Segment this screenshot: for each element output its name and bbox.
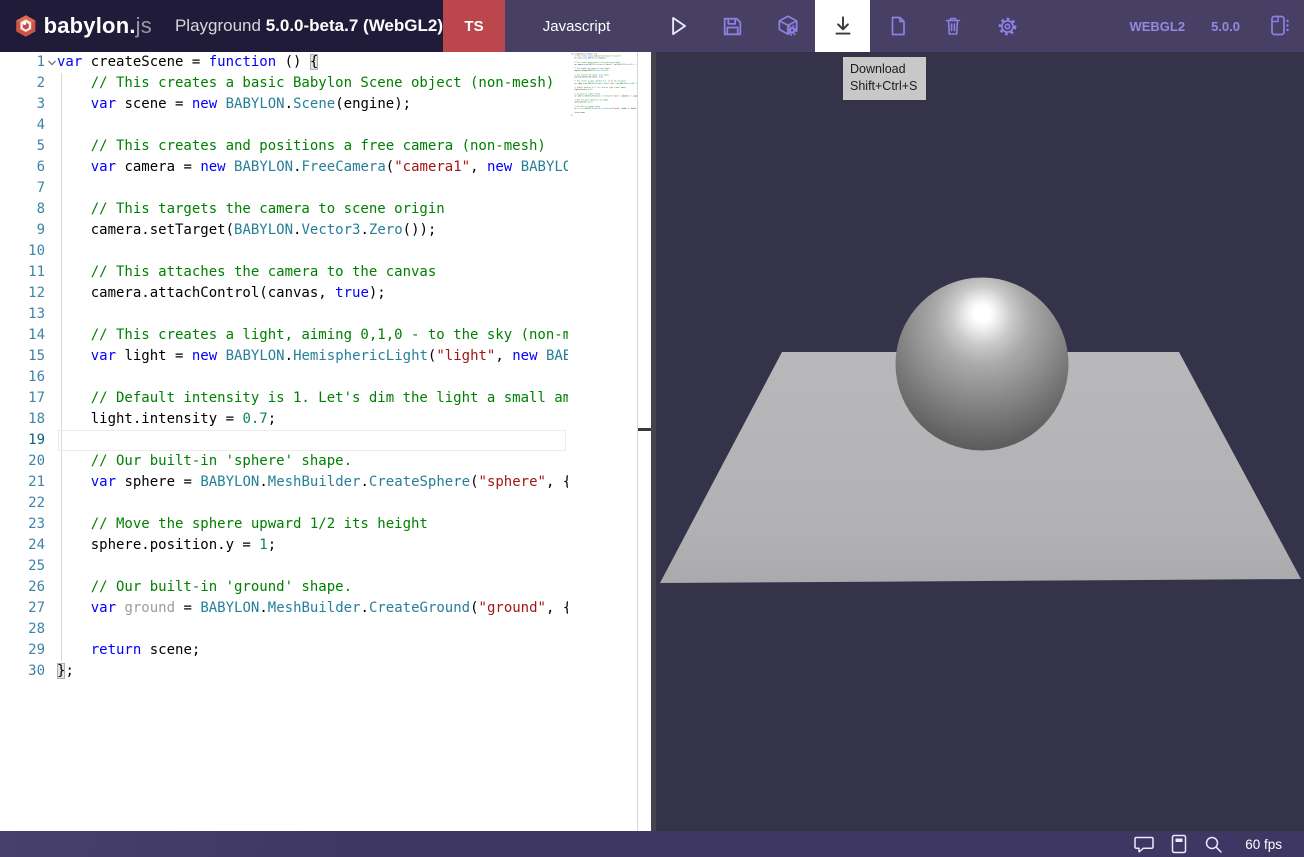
download-button[interactable] (815, 0, 870, 52)
pane-splitter[interactable] (638, 52, 651, 831)
canvas-left-edge (651, 52, 656, 831)
search-icon (1203, 834, 1224, 855)
docs-icon (1170, 834, 1188, 854)
minimap-content: var createScene = function () { // This … (569, 53, 637, 116)
code-lines: var createScene = function () { // This … (57, 52, 568, 682)
engine-version: 5.0.0 (1211, 19, 1240, 34)
new-button[interactable] (870, 0, 925, 52)
new-file-icon (886, 14, 910, 38)
device-select-button[interactable] (1266, 13, 1292, 39)
engine-label: WEBGL2 (1129, 19, 1185, 34)
download-tooltip: Download Shift+Ctrl+S (843, 57, 926, 100)
header-brand-section: babylon.js Playground 5.0.0-beta.7 (WebG… (0, 0, 443, 52)
download-icon (830, 13, 856, 39)
code-area[interactable]: var createScene = function () { // This … (57, 52, 568, 831)
splitter-handle[interactable] (638, 428, 651, 431)
status-bar: 60 fps (0, 831, 1304, 857)
header-status: WEBGL2 5.0.0 (1129, 0, 1292, 52)
delete-icon (941, 14, 965, 38)
tooltip-title: Download (850, 61, 917, 78)
search-button[interactable] (1203, 834, 1224, 855)
sphere-mesh (896, 278, 1069, 451)
comment-button[interactable] (1133, 834, 1155, 854)
babylon-logo-icon[interactable] (15, 7, 37, 45)
code-editor: 1234567891011121314151617181920212223242… (0, 52, 651, 831)
docs-button[interactable] (1170, 834, 1188, 854)
page-title: Playground 5.0.0-beta.7 (WebGL2) (175, 16, 443, 36)
settings-button[interactable] (980, 0, 1035, 52)
inspector-icon (775, 13, 801, 39)
language-select[interactable]: Javascript (505, 0, 648, 52)
comment-icon (1133, 834, 1155, 854)
run-icon (665, 13, 691, 39)
minimap[interactable]: var createScene = function () { // This … (569, 53, 637, 830)
render-canvas[interactable] (651, 52, 1304, 831)
inspector-button[interactable] (760, 0, 815, 52)
fps-counter: 60 fps (1245, 837, 1282, 852)
save-icon (720, 14, 745, 39)
header-bar: babylon.js Playground 5.0.0-beta.7 (WebG… (0, 0, 1304, 52)
editor-gutter[interactable]: 1234567891011121314151617181920212223242… (0, 52, 57, 682)
save-button[interactable] (705, 0, 760, 52)
typescript-toggle-button[interactable]: TS (443, 0, 505, 52)
settings-icon (995, 14, 1020, 39)
device-icon (1266, 13, 1292, 39)
fold-chevron-icon[interactable] (47, 58, 57, 68)
brand-wordmark: babylon.js (44, 13, 152, 39)
run-button[interactable] (650, 0, 705, 52)
delete-button[interactable] (925, 0, 980, 52)
tooltip-shortcut: Shift+Ctrl+S (850, 78, 917, 95)
toolbar (650, 0, 1035, 52)
babylon-playground-window: babylon.js Playground 5.0.0-beta.7 (WebG… (0, 0, 1304, 857)
scene-3d (651, 52, 1304, 831)
